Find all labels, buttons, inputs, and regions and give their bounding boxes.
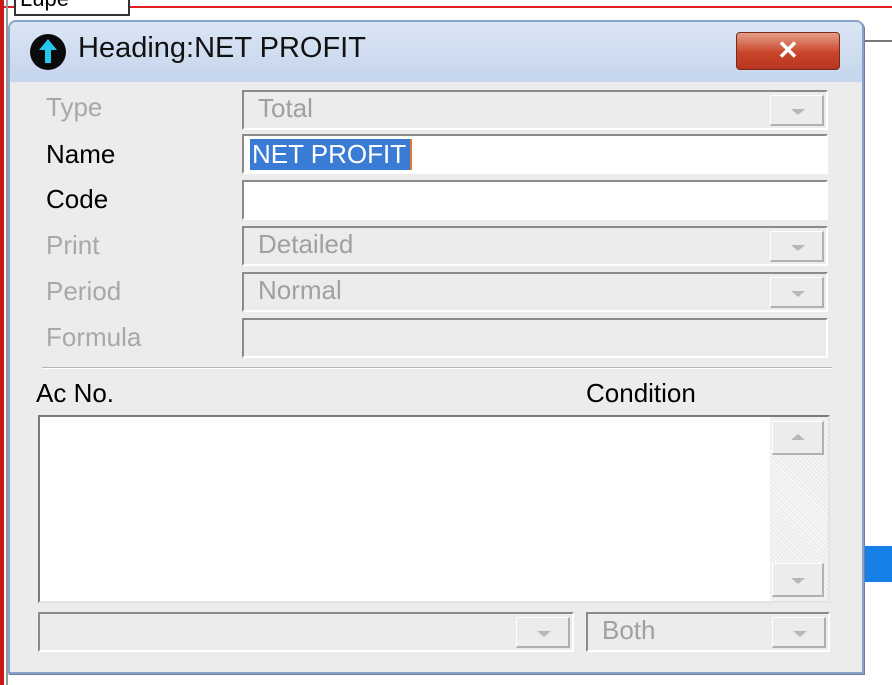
period-label: Period: [46, 276, 122, 306]
scrollbar[interactable]: [770, 417, 828, 601]
background-tab-label: Lupe: [20, 0, 69, 12]
background-divider: [862, 40, 892, 42]
divider: [42, 367, 832, 369]
ac-no-header: Ac No.: [36, 378, 115, 408]
name-value: NET PROFIT: [250, 139, 413, 170]
scroll-down-icon[interactable]: [772, 563, 824, 597]
formula-label: Formula: [46, 322, 142, 352]
condition-select[interactable]: Both: [586, 612, 830, 652]
print-label: Print: [46, 230, 100, 260]
close-button[interactable]: ✕: [736, 32, 840, 70]
print-value: Detailed: [258, 229, 354, 259]
accounts-list[interactable]: [38, 415, 830, 603]
chevron-down-icon[interactable]: [770, 95, 824, 126]
background-selection-highlight: [862, 546, 892, 582]
type-value: Total: [258, 93, 313, 123]
background-window-edge-left: [0, 0, 4, 685]
name-input[interactable]: NET PROFIT: [242, 134, 828, 174]
background-window-edge-top: [0, 0, 892, 8]
heading-dialog: Heading:NET PROFIT ✕ Type Total Name NET…: [8, 20, 864, 674]
dialog-title: Heading:NET PROFIT: [78, 32, 366, 64]
period-value: Normal: [258, 275, 342, 305]
code-input[interactable]: [242, 180, 828, 220]
type-select[interactable]: Total: [242, 90, 828, 130]
background-tab: Lupe: [14, 0, 130, 16]
condition-select-value: Both: [602, 615, 656, 645]
arrow-up-icon: [30, 34, 66, 70]
scroll-up-icon[interactable]: [772, 421, 824, 455]
chevron-down-icon[interactable]: [770, 277, 824, 308]
code-label: Code: [46, 184, 109, 214]
chevron-down-icon[interactable]: [772, 617, 826, 648]
title-bar[interactable]: Heading:NET PROFIT ✕: [10, 22, 862, 82]
name-label: Name: [46, 139, 116, 169]
type-label: Type: [46, 92, 103, 122]
chevron-down-icon[interactable]: [516, 617, 570, 648]
chevron-down-icon[interactable]: [770, 231, 824, 262]
formula-input[interactable]: [242, 318, 828, 358]
account-select[interactable]: [38, 612, 574, 652]
period-select[interactable]: Normal: [242, 272, 828, 312]
print-select[interactable]: Detailed: [242, 226, 828, 266]
condition-header: Condition: [586, 378, 696, 408]
close-icon: ✕: [777, 35, 799, 65]
